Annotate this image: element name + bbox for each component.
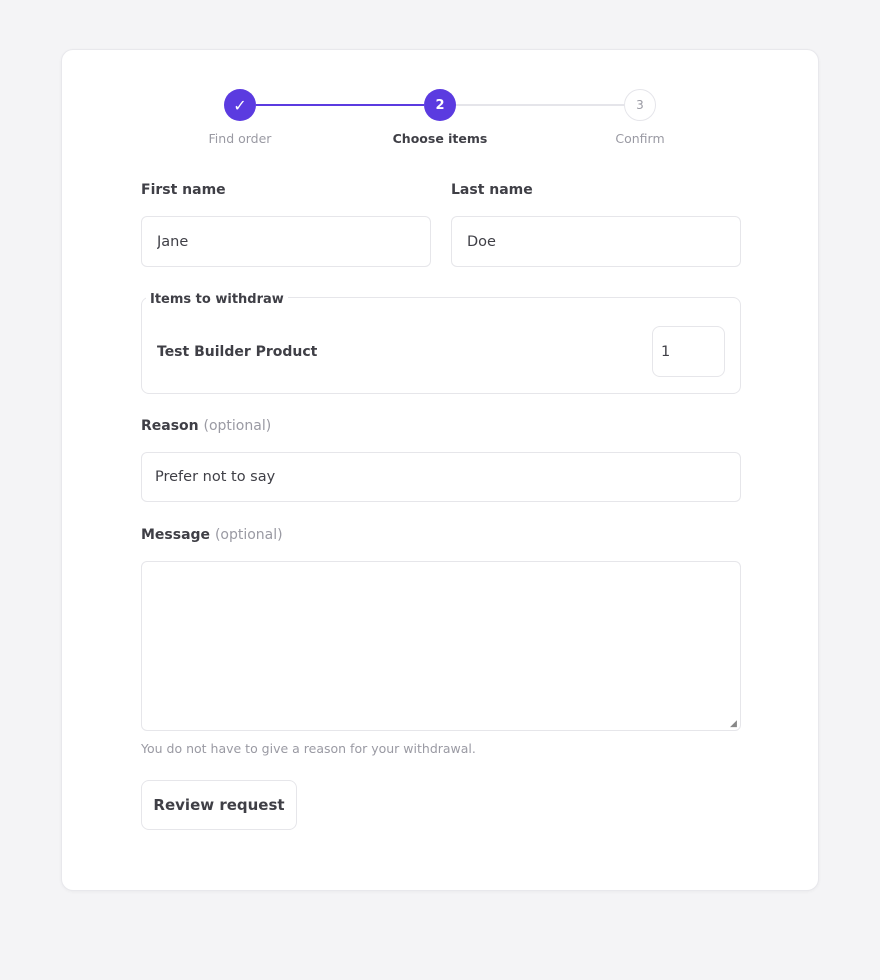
step-2-label: Choose items <box>392 131 488 146</box>
withdrawal-form-card: ✓ 2 3 Find order Choose items Confirm Fi… <box>61 49 819 891</box>
resize-handle-icon[interactable]: ◢ <box>730 720 738 729</box>
review-request-button[interactable]: Review request <box>141 780 297 830</box>
reason-label-text: Reason <box>141 418 199 434</box>
message-hint: You do not have to give a reason for you… <box>141 741 476 756</box>
step-3-label: Confirm <box>615 131 665 146</box>
items-legend: Items to withdraw <box>146 292 288 307</box>
stepper-line-1 <box>256 104 424 106</box>
message-optional: (optional) <box>214 527 283 543</box>
first-name-input[interactable] <box>141 216 431 267</box>
reason-optional: (optional) <box>203 418 272 434</box>
message-label-text: Message <box>141 527 211 543</box>
first-name-label: First name <box>141 182 226 198</box>
reason-select[interactable] <box>141 452 741 502</box>
reason-label: Reason (optional) <box>141 418 271 434</box>
last-name-input[interactable] <box>451 216 741 267</box>
message-label: Message (optional) <box>141 527 283 543</box>
item-quantity-input[interactable]: 1 <box>652 326 725 377</box>
step-2-marker: 2 <box>424 89 456 121</box>
stepper: ✓ 2 3 Find order Choose items Confirm <box>62 50 820 170</box>
step-3-marker: 3 <box>624 89 656 121</box>
step-1-label: Find order <box>208 131 272 146</box>
step-1-check-icon: ✓ <box>224 89 256 121</box>
message-textarea[interactable]: ◢ <box>141 561 741 731</box>
last-name-label: Last name <box>451 182 533 198</box>
item-name: Test Builder Product <box>157 344 318 360</box>
stepper-line-2 <box>456 104 624 106</box>
